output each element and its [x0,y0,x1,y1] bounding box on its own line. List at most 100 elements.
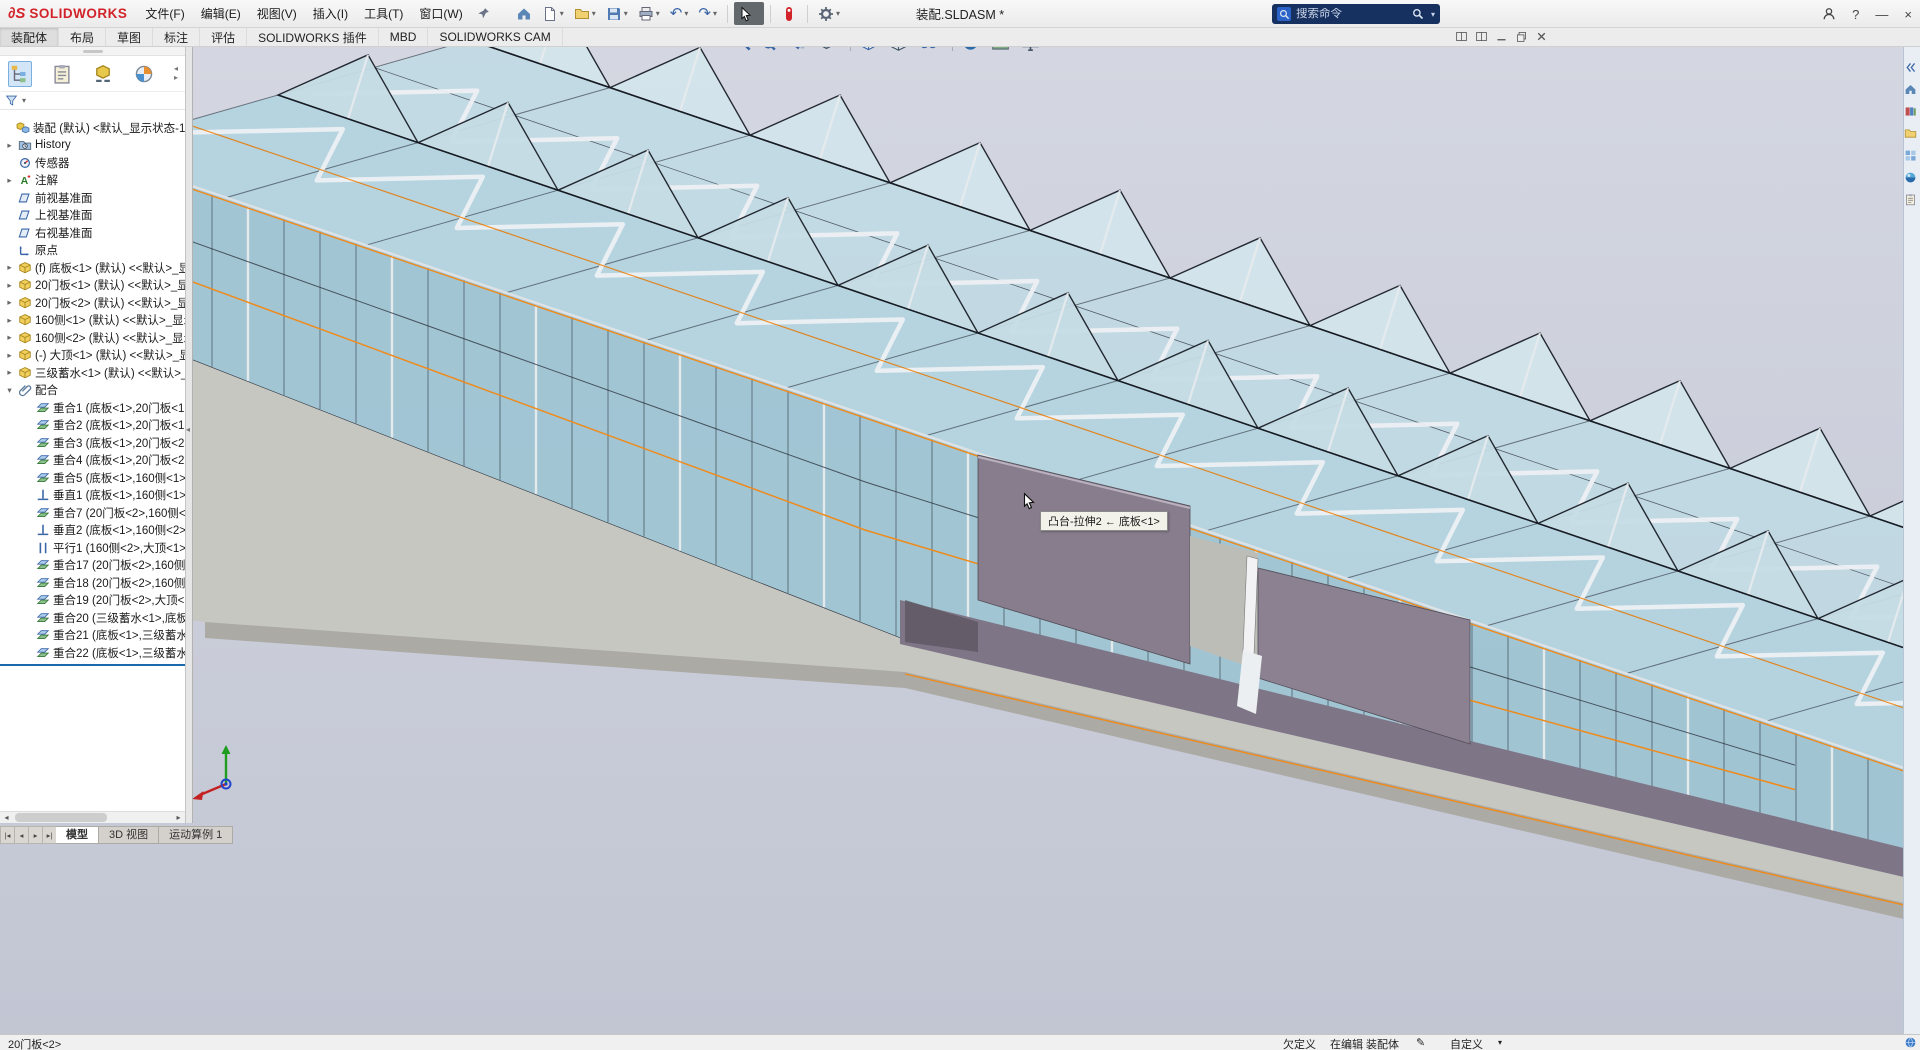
file-explorer-button[interactable] [1904,127,1920,143]
tree-item[interactable]: ▸ (f) 底板<1> (默认) <<默认>_显示状态 1> [0,259,185,277]
dropdown-caret-icon[interactable]: ▾ [560,9,564,18]
tree-item[interactable]: ▸ 20门板<1> (默认) <<默认>_显示状态 1> [0,277,185,295]
tree-item[interactable]: 前视基准面 [0,189,185,207]
help-button[interactable]: ? [1852,8,1859,21]
expand-icon[interactable]: ▸ [4,280,15,291]
mate-item[interactable]: 重合18 (20门板<2>,160侧<2>) [0,574,185,592]
restore-document-button[interactable] [1515,30,1528,46]
tab-scroll-button[interactable]: |◂ [0,826,14,844]
user-login-icon[interactable] [1822,7,1836,21]
tab-scroll-button[interactable]: ▸| [42,826,56,844]
pin-menu-icon[interactable] [477,7,490,20]
panel-tab-scroll[interactable]: ◂ ▸ [174,65,178,82]
tab-scroll-button[interactable]: ◂ [14,826,28,844]
custom-caret-icon[interactable]: ▾ [1498,1038,1502,1047]
undo-button[interactable]: ↶ ▾ [666,2,693,25]
new-document-button[interactable]: ▾ [538,2,568,25]
tree-item[interactable]: ▸ 20门板<2> (默认) <<默认>_显示状态 1> [0,294,185,312]
panel-split-handle[interactable] [0,47,185,56]
dropdown-caret-icon[interactable]: ▾ [836,9,840,18]
custom-properties-button[interactable] [1904,193,1920,209]
expand-icon[interactable]: ▸ [4,262,15,273]
expand-icon[interactable]: ▸ [4,140,15,151]
tree-item[interactable]: 原点 [0,242,185,260]
dropdown-caret-icon[interactable]: ▾ [656,9,660,18]
mate-item[interactable]: 重合1 (底板<1>,20门板<1>) [0,399,185,417]
menu-item[interactable]: 插入(I) [305,2,356,25]
search-scope-icon[interactable] [1277,7,1291,21]
dropdown-caret-icon[interactable]: ▾ [684,9,688,18]
minimize-document-button[interactable] [1495,30,1508,46]
graphics-area[interactable] [0,47,1920,1034]
tree-item[interactable]: ▸ 160侧<2> (默认) <<默认>_显示状态 1> [0,329,185,347]
command-tab[interactable]: SOLIDWORKS 插件 [247,28,379,46]
expand-icon[interactable]: ▸ [4,350,15,361]
mate-item[interactable]: 重合5 (底板<1>,160侧<1>) [0,469,185,487]
print-button[interactable]: ▾ [634,2,664,25]
mate-item[interactable]: 重合7 (20门板<2>,160侧<2>) [0,504,185,522]
tab-property-manager[interactable] [51,61,73,87]
splitter-handle-icon[interactable]: ◂ [186,425,190,434]
mate-item[interactable]: 重合17 (20门板<2>,160侧<2>) [0,557,185,575]
search-caret-icon[interactable]: ▾ [1431,10,1435,19]
model-tab[interactable]: 3D 视图 [99,826,160,844]
tree-item[interactable]: ▸ 三级蓄水<1> (默认) <<默认>_显示状态 1> [0,364,185,382]
command-tab[interactable]: 标注 [153,28,201,46]
select-button[interactable]: ▾ [733,2,764,25]
expand-icon[interactable]: ▸ [4,315,15,326]
expand-icon[interactable]: ▸ [4,367,15,378]
search-box[interactable]: ▾ [1272,4,1440,24]
expand-icon[interactable]: ▾ [4,385,15,396]
mate-item[interactable]: 重合22 (底板<1>,三级蓄水<1>) [0,644,185,662]
mate-item[interactable]: 平行1 (160侧<2>,大顶<1>) [0,539,185,557]
dropdown-caret-icon[interactable]: ▾ [624,9,628,18]
tab-display-manager[interactable] [133,61,155,87]
scroll-left-icon[interactable]: ◂ [0,813,13,822]
appearances-scenes-button[interactable] [1904,171,1920,187]
mate-item[interactable]: 重合2 (底板<1>,20门板<1>) [0,417,185,435]
mate-item[interactable]: 垂直2 (底板<1>,160侧<2>) [0,522,185,540]
status-custom-dropdown[interactable]: 自定义 [1450,1036,1483,1050]
dropdown-caret-icon[interactable]: ▾ [756,9,760,18]
scrollbar-track[interactable] [13,812,172,823]
search-icon[interactable] [1412,8,1424,20]
options-button[interactable]: ▾ [814,2,844,25]
collapse-taskpane-button[interactable] [1904,61,1920,77]
command-tab[interactable]: 布局 [59,28,107,46]
scrollbar-thumb[interactable] [15,813,108,822]
tab-configuration-manager[interactable] [92,61,114,87]
unit-system-globe-icon[interactable] [1904,1036,1917,1049]
tree-item[interactable]: 右视基准面 [0,224,185,242]
expand-icon[interactable]: ▸ [4,297,15,308]
mate-item[interactable]: 垂直1 (底板<1>,160侧<1>) [0,487,185,505]
search-input[interactable] [1296,8,1407,20]
filter-caret-icon[interactable]: ▾ [22,96,26,105]
mate-item[interactable]: 重合21 (底板<1>,三级蓄水<1>) [0,627,185,645]
command-tab[interactable]: SOLIDWORKS CAM [428,28,563,46]
mates-folder[interactable]: ▾ 配合 [0,382,185,400]
mate-item[interactable]: 重合3 (底板<1>,20门板<2>) [0,434,185,452]
filter-icon[interactable] [5,94,18,107]
mate-item[interactable]: 重合4 (底板<1>,20门板<2>) [0,452,185,470]
tree-item[interactable]: ▸ 160侧<1> (默认) <<默认>_显示状态 1> [0,312,185,330]
tree-item[interactable]: ▸ (-) 大顶<1> (默认) <<默认>_显示状态 1> [0,347,185,365]
mate-item[interactable]: 重合19 (20门板<2>,大顶<1>) [0,592,185,610]
command-tab[interactable]: 评估 [200,28,248,46]
pane-left-button[interactable] [1455,30,1468,46]
expand-icon[interactable]: ▸ [4,175,15,186]
scroll-right-icon[interactable]: ▸ [172,813,185,822]
tree-item[interactable]: ▸ 注解 [0,172,185,190]
menu-item[interactable]: 视图(V) [249,2,305,25]
menu-item[interactable]: 窗口(W) [411,2,470,25]
tree-root-item[interactable]: 装配 (默认) <默认_显示状态-1> [0,119,185,137]
close-button[interactable]: × [1904,8,1912,21]
command-tab[interactable]: 草图 [106,28,154,46]
open-button[interactable]: ▾ [570,2,600,25]
view-palette-button[interactable] [1904,149,1920,165]
command-tab[interactable]: MBD [379,28,429,46]
dropdown-caret-icon[interactable]: ▾ [592,9,596,18]
solidworks-resources-button[interactable] [1904,83,1920,99]
tree-item[interactable]: ▸ History [0,137,185,155]
3dexperience-button[interactable] [777,2,801,25]
dropdown-caret-icon[interactable]: ▾ [713,9,717,18]
